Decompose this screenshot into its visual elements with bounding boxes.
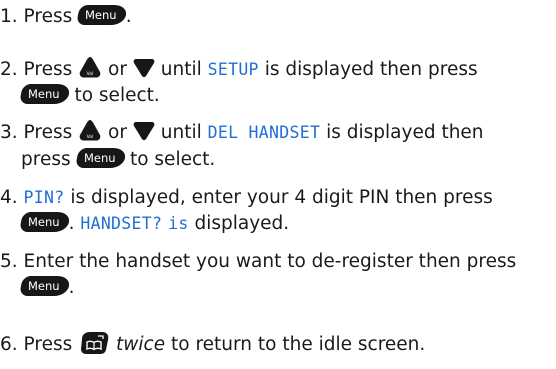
step-6: 6. Press twice to return to the idle scr… [0,332,556,358]
step-2-cont: Menu to select. [0,84,556,108]
svg-text:Vol: Vol [87,71,94,77]
step-5-cont: Menu. [0,276,556,300]
vol-down-icon [133,122,155,141]
vol-up-icon: Vol [79,57,101,78]
step-text: Press [23,6,73,27]
instruction-list: 1. Press Menu. 2. Press Vol or until SET… [0,0,556,369]
menu-button-icon: Menu [76,5,128,25]
vol-down-icon [133,59,155,78]
display-text-del-handset: DEL HANDSET [207,123,321,142]
step-number: 1. [0,6,18,27]
menu-button-icon: Menu [19,84,71,104]
svg-text:Vol: Vol [87,134,94,140]
menu-button-icon: Menu [19,212,71,232]
menu-button-icon: Menu [74,148,126,168]
step-2: 2. Press Vol or until SETUP is displayed… [0,57,556,82]
emphasis-twice: twice [116,334,166,355]
vol-up-icon: Vol [79,120,101,141]
step-3-cont: press Menu to select. [21,148,216,170]
step-5: 5. Enter the handset you want to de-regi… [0,251,517,272]
end-call-phonebook-icon [81,332,109,354]
step-3: 3. Press Vol or until DEL HANDSET is dis… [0,120,556,145]
step-1: 1. Press Menu. [0,5,132,27]
display-text-setup: SETUP [207,60,259,79]
display-text-is: is [168,214,189,233]
display-text-pin: PIN? [23,188,65,207]
step-4: 4. PIN? is displayed, enter your 4 digit… [0,187,493,208]
menu-button-icon: Menu [19,276,71,296]
step-4-cont: Menu. HANDSET? is displayed. [0,212,556,236]
display-text-handset: HANDSET? [80,214,163,233]
